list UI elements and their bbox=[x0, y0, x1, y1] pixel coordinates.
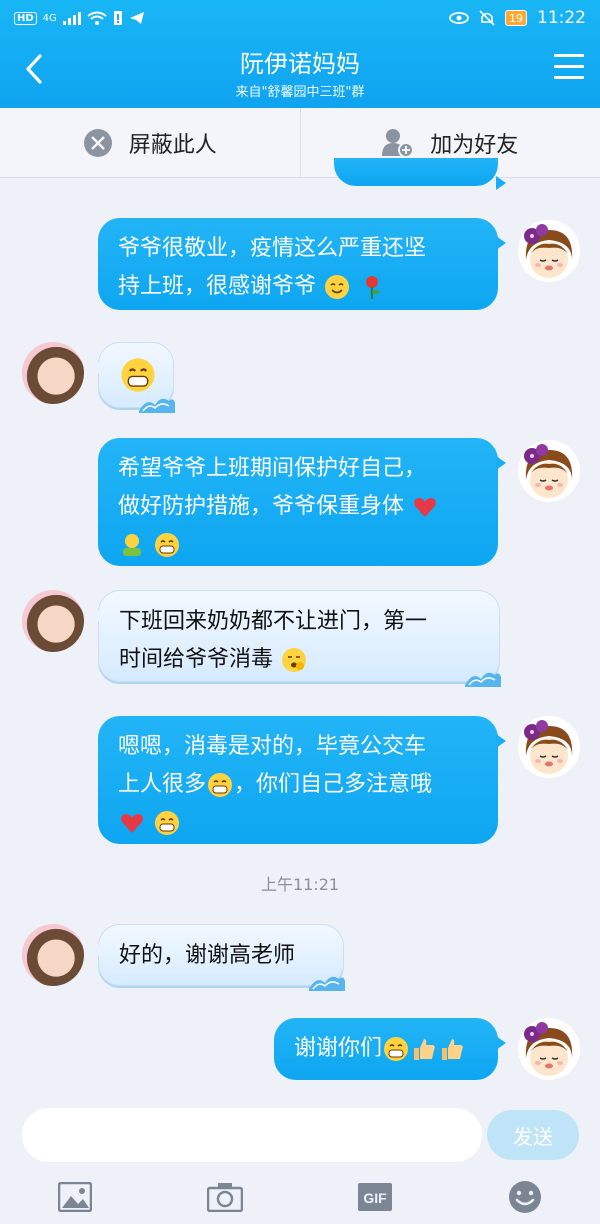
cartoon-girl-icon bbox=[518, 440, 580, 502]
action-bar: 屏蔽此人 加为好友 bbox=[0, 108, 600, 178]
message-text: 上人很多 bbox=[118, 772, 207, 797]
hug-emoji-icon bbox=[123, 534, 141, 556]
grin-emoji-icon bbox=[155, 533, 179, 557]
add-friend-label: 加为好友 bbox=[430, 132, 519, 158]
chat-subtitle: 来自"舒馨园中三班"群 bbox=[235, 85, 365, 100]
yawn-emoji-icon bbox=[282, 648, 307, 672]
message-bubble-out[interactable]: 谢谢你们 bbox=[274, 1018, 506, 1080]
grin-emoji-icon bbox=[384, 1037, 409, 1061]
my-avatar[interactable] bbox=[518, 440, 580, 502]
message-bubble-out[interactable]: 爷爷很敬业，疫情这么严重还坚 持上班，很感谢爷爷 bbox=[98, 218, 506, 310]
gif-button[interactable]: GIF bbox=[355, 1177, 395, 1217]
message-bubble-partial[interactable] bbox=[334, 158, 506, 190]
my-avatar[interactable] bbox=[518, 716, 580, 778]
message-text: 时间给爷爷消毒 bbox=[119, 647, 274, 672]
wave-decoration-icon bbox=[465, 672, 501, 687]
message-text: 好的，谢谢高老师 bbox=[119, 943, 296, 968]
block-user-label: 屏蔽此人 bbox=[128, 132, 217, 158]
menu-icon[interactable] bbox=[554, 54, 584, 80]
image-icon bbox=[58, 1182, 92, 1212]
input-toolbar: GIF bbox=[0, 1170, 600, 1224]
status-bar: HD 4G 19 11:22 bbox=[0, 0, 600, 36]
rose-emoji-icon bbox=[366, 276, 381, 299]
battery-indicator: 19 bbox=[505, 10, 527, 26]
signal-icon bbox=[62, 12, 81, 25]
mute-bell-icon bbox=[479, 10, 495, 26]
my-avatar[interactable] bbox=[518, 1018, 580, 1080]
header: HD 4G 19 11:22 阮伊诺妈妈 来自"舒馨园中三班"群 bbox=[0, 0, 600, 108]
heart-emoji-icon bbox=[121, 814, 143, 833]
hd-indicator: HD bbox=[14, 11, 37, 25]
gif-label: GIF bbox=[363, 1190, 387, 1206]
telegram-icon bbox=[129, 12, 144, 24]
emoji-picker-button[interactable] bbox=[505, 1177, 545, 1217]
smiley-icon bbox=[509, 1181, 541, 1213]
sender-avatar[interactable] bbox=[22, 590, 84, 652]
message-text: 希望爷爷上班期间保护好自己， bbox=[118, 456, 427, 481]
thumbs-up-emoji-icon bbox=[414, 1039, 435, 1060]
smile-emoji-icon bbox=[325, 275, 350, 299]
message-text: 持上班，很感谢爷爷 bbox=[118, 274, 317, 299]
message-timestamp: 上午11:21 bbox=[260, 875, 340, 894]
clock: 11:22 bbox=[537, 8, 586, 28]
wave-decoration-icon bbox=[309, 976, 345, 991]
grin-emoji-icon bbox=[208, 773, 233, 797]
message-bubble-out[interactable]: 希望爷爷上班期间保护好自己， 做好防护措施，爷爷保重身体 bbox=[98, 438, 506, 566]
sender-avatar[interactable] bbox=[22, 342, 84, 404]
network-indicator: 4G bbox=[42, 12, 57, 24]
message-text: ，你们自己多注意哦 bbox=[234, 772, 433, 797]
eye-icon bbox=[449, 12, 469, 24]
input-bar: 发送 bbox=[0, 1098, 600, 1170]
my-avatar[interactable] bbox=[518, 220, 580, 282]
message-bubble-in[interactable]: 好的，谢谢高老师 bbox=[91, 924, 345, 991]
send-button[interactable]: 发送 bbox=[487, 1110, 579, 1160]
message-text: 谢谢你们 bbox=[294, 1036, 383, 1061]
heart-emoji-icon bbox=[414, 498, 436, 517]
message-bubble-in[interactable] bbox=[91, 342, 175, 413]
message-input[interactable] bbox=[22, 1108, 482, 1162]
grin-emoji-icon bbox=[155, 811, 179, 835]
message-text: 嗯嗯，消毒是对的，毕竟公交车 bbox=[118, 734, 427, 759]
message-bubble-in[interactable]: 下班回来奶奶都不让进门，第一 时间给爷爷消毒 bbox=[91, 590, 501, 687]
camera-icon bbox=[207, 1183, 243, 1212]
block-icon bbox=[83, 128, 112, 157]
add-friend-icon bbox=[382, 128, 415, 158]
cartoon-girl-icon bbox=[518, 1018, 580, 1080]
alert-icon bbox=[113, 11, 122, 25]
wifi-icon bbox=[87, 11, 107, 25]
message-text: 爷爷很敬业，疫情这么严重还坚 bbox=[118, 236, 427, 261]
cartoon-girl-icon bbox=[518, 716, 580, 778]
sender-avatar[interactable] bbox=[22, 924, 84, 986]
chat-title: 阮伊诺妈妈 bbox=[240, 50, 360, 78]
cartoon-girl-icon bbox=[518, 220, 580, 282]
gif-icon: GIF bbox=[358, 1183, 392, 1211]
message-text: 做好防护措施，爷爷保重身体 bbox=[118, 494, 405, 519]
image-picker-button[interactable] bbox=[55, 1177, 95, 1217]
message-bubble-out[interactable]: 嗯嗯，消毒是对的，毕竟公交车 上人很多 ，你们自己多注意哦 bbox=[98, 716, 506, 844]
thumbs-up-emoji-icon bbox=[442, 1039, 463, 1060]
block-user-button[interactable]: 屏蔽此人 bbox=[0, 108, 300, 177]
message-text: 下班回来奶奶都不让进门，第一 bbox=[119, 609, 428, 634]
grin-emoji-icon bbox=[121, 358, 155, 392]
wave-decoration-icon bbox=[139, 398, 175, 413]
camera-button[interactable] bbox=[205, 1177, 245, 1217]
chat-area[interactable]: 爷爷很敬业，疫情这么严重还坚 持上班，很感谢爷爷 希望爷爷上班期间保护好自己， … bbox=[0, 158, 600, 1098]
